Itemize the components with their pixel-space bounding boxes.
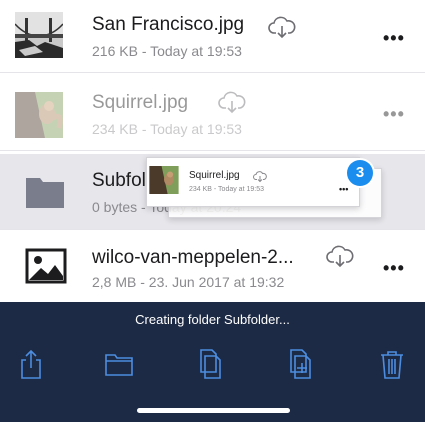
home-indicator[interactable] (137, 408, 290, 413)
drag-file-meta: 234 KB - Today at 19:53 (189, 186, 264, 193)
squirrel-photo-icon (15, 92, 63, 138)
file-list: San Francisco.jpg 216 KB - Today at 19:5… (0, 0, 425, 302)
more-button[interactable]: ••• (383, 258, 405, 279)
add-file-icon[interactable] (286, 348, 314, 380)
file-name: wilco-van-meppelen-2... (92, 247, 294, 268)
drag-file-name: Squirrel.jpg (189, 170, 240, 181)
cloud-download-icon[interactable] (218, 91, 246, 115)
drag-preview-card[interactable]: Squirrel.jpg 234 KB - Today at 19:53 ••• (146, 157, 360, 207)
file-name: Squirrel.jpg (92, 92, 189, 113)
file-name: San Francisco.jpg (92, 14, 245, 35)
squirrel-photo-icon (149, 166, 179, 194)
share-icon[interactable] (17, 348, 45, 380)
status-text: Creating folder Subfolder... (135, 312, 290, 327)
file-meta: 2,8 MB - 23. Jun 2017 at 19:32 (92, 274, 285, 290)
file-row[interactable]: wilco-van-meppelen-2... 2,8 MB - 23. Jun… (0, 230, 425, 302)
trash-icon[interactable] (378, 348, 406, 380)
file-row[interactable]: Squirrel.jpg 234 KB - Today at 19:53 ••• (0, 76, 425, 151)
more-button[interactable]: ••• (383, 104, 405, 125)
file-meta: 216 KB - Today at 19:53 (92, 43, 242, 59)
cloud-download-icon[interactable] (326, 245, 354, 269)
copy-icon[interactable] (196, 348, 224, 380)
drag-more-icon: ••• (339, 184, 349, 194)
golden-gate-photo-icon (15, 12, 63, 58)
cloud-download-icon (253, 170, 267, 183)
drag-count-badge: 3 (347, 160, 373, 186)
more-button[interactable]: ••• (383, 28, 405, 49)
folder-icon (24, 174, 68, 210)
folder-icon[interactable] (104, 348, 134, 380)
file-meta: 234 KB - Today at 19:53 (92, 121, 242, 137)
image-placeholder-icon (25, 248, 67, 284)
cloud-download-icon[interactable] (268, 16, 296, 40)
file-row[interactable]: San Francisco.jpg 216 KB - Today at 19:5… (0, 0, 425, 73)
bottom-toolbar: Creating folder Subfolder... (0, 302, 425, 422)
